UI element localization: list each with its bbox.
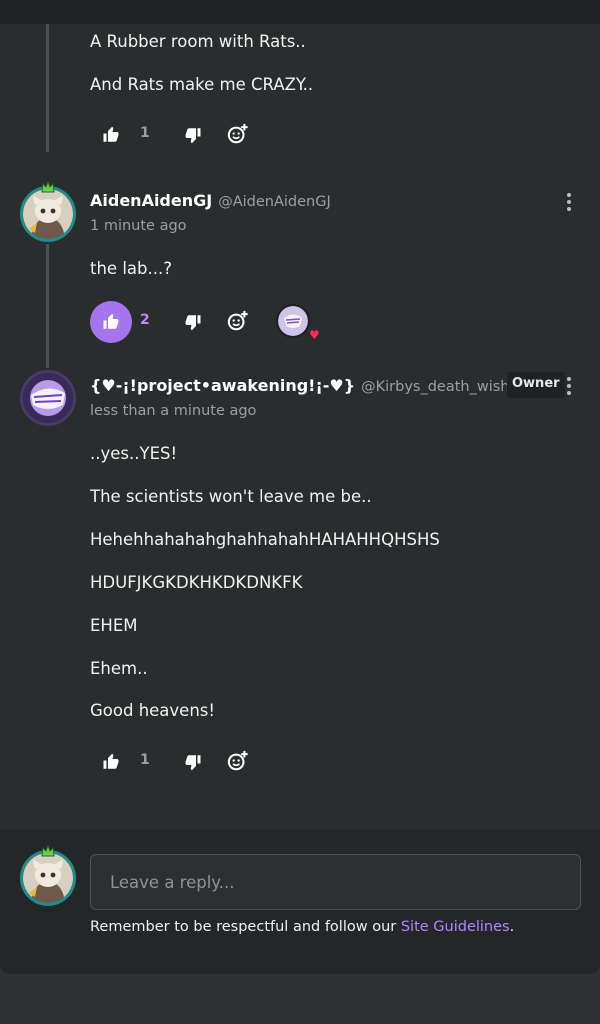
reply-input[interactable] — [90, 854, 581, 910]
author-handle[interactable]: @Kirbys_death_wish — [361, 379, 509, 395]
avatar[interactable] — [20, 370, 76, 426]
thread-line — [46, 244, 49, 368]
add-reaction-icon — [227, 310, 248, 331]
comment-text-line: HDUFJKGKDKHKDKDNKFK — [90, 573, 303, 592]
guidelines-note-period: . — [509, 919, 515, 935]
comment-text-line: Ehem.. — [90, 659, 148, 678]
like-button[interactable] — [90, 301, 132, 343]
thumbs-down-icon — [185, 755, 201, 771]
comment-header: {♥-¡!project•awakening!¡-♥} @Kirbys_death… — [90, 376, 509, 395]
thumbs-up-icon — [103, 126, 119, 142]
comment-text-line: HehehhahahahghahhahahHAHAHHQHSHS — [90, 530, 440, 549]
comment-text-line: EHEM — [90, 616, 138, 635]
add-reaction-button[interactable] — [224, 120, 252, 148]
like-count: 1 — [140, 752, 150, 768]
comment-text-line: Good heavens! — [90, 701, 215, 720]
comment-menu-button[interactable] — [564, 191, 574, 211]
comment-text-line: ..yes..YES! — [90, 444, 178, 463]
comment-actions: 1 — [90, 741, 510, 783]
comment-text-line: A Rubber room with Rats.. — [90, 32, 306, 51]
comment-actions: 1 — [90, 114, 510, 156]
like-count: 1 — [140, 125, 150, 141]
add-reaction-icon — [227, 750, 248, 771]
add-reaction-icon — [227, 123, 248, 144]
comment-timestamp: 1 minute ago — [90, 218, 187, 234]
add-reaction-button[interactable] — [224, 747, 252, 775]
crown-icon — [41, 845, 55, 857]
guidelines-note-text: Remember to be respectful and follow our — [90, 919, 401, 935]
thumbs-up-icon — [103, 753, 119, 769]
dislike-button[interactable] — [180, 749, 206, 775]
crown-icon — [41, 181, 55, 193]
comment-text-line: the lab...? — [90, 259, 172, 278]
comment-timestamp: less than a minute ago — [90, 403, 257, 419]
comment-header: AidenAidenGJ @AidenAidenGJ — [90, 191, 331, 210]
thumbs-up-icon — [103, 313, 119, 329]
current-user-avatar[interactable] — [20, 850, 76, 906]
guidelines-note: Remember to be respectful and follow our… — [90, 919, 514, 935]
author-name[interactable]: AidenAidenGJ — [90, 191, 212, 210]
comment-menu-button[interactable] — [564, 375, 574, 395]
thumbs-down-icon — [185, 315, 201, 331]
add-reaction-button[interactable] — [224, 307, 252, 335]
like-count: 2 — [140, 312, 150, 328]
avatar[interactable] — [20, 186, 76, 242]
dislike-button[interactable] — [180, 309, 206, 335]
comment-text-line: The scientists won't leave me be.. — [90, 487, 372, 506]
like-button[interactable] — [90, 114, 132, 156]
dislike-button[interactable] — [180, 122, 206, 148]
comment-text-line: And Rats make me CRAZY.. — [90, 75, 314, 94]
site-guidelines-link[interactable]: Site Guidelines — [401, 919, 510, 935]
author-handle[interactable]: @AidenAidenGJ — [218, 194, 331, 210]
like-button[interactable] — [90, 741, 132, 783]
heart-icon: ♥ — [309, 328, 320, 342]
top-bar — [0, 0, 600, 24]
owner-badge: Owner — [507, 372, 565, 398]
author-name[interactable]: {♥-¡!project•awakening!¡-♥} — [90, 376, 355, 395]
reactor-avatar[interactable] — [276, 304, 310, 338]
thumbs-down-icon — [185, 128, 201, 144]
thread-line — [46, 24, 49, 152]
